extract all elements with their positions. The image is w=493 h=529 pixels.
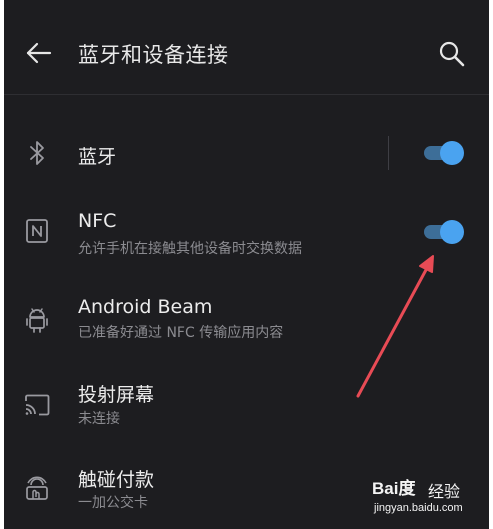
baidu-watermark: Bai度 经验 jingyan.baidu.com: [372, 474, 482, 524]
nfc-icon: [26, 219, 48, 243]
arrow-left-icon: [26, 42, 52, 64]
watermark-logo: Bai度: [372, 479, 416, 498]
cast-title: 投射屏幕: [78, 384, 155, 406]
bluetooth-toggle[interactable]: [424, 141, 464, 165]
toggle-knob: [440, 141, 464, 165]
bluetooth-icon: [30, 141, 44, 165]
bluetooth-icon-wrap: [22, 138, 52, 168]
nfc-subtitle: 允许手机在接触其他设备时交换数据: [78, 241, 302, 257]
android-icon-wrap: [22, 304, 52, 334]
settings-item-bluetooth[interactable]: 蓝牙: [4, 120, 489, 186]
page-title: 蓝牙和设备连接: [78, 43, 229, 67]
bluetooth-separator: [388, 136, 389, 170]
search-icon: [439, 41, 465, 67]
toggle-knob: [440, 220, 464, 244]
back-button[interactable]: [24, 38, 54, 68]
cast-icon-wrap: [22, 390, 52, 420]
search-button[interactable]: [437, 39, 467, 69]
tap-pay-title: 触碰付款: [78, 469, 155, 491]
settings-item-nfc[interactable]: NFC 允许手机在接触其他设备时交换数据: [4, 200, 489, 276]
cast-subtitle: 未连接: [78, 411, 120, 427]
header-divider: [4, 94, 489, 95]
tap-pay-icon-wrap: [22, 473, 52, 503]
cast-icon: [25, 394, 50, 416]
bluetooth-title: 蓝牙: [78, 146, 117, 168]
nfc-toggle[interactable]: [424, 220, 464, 244]
android-icon: [26, 308, 48, 333]
watermark-url: jingyan.baidu.com: [374, 502, 463, 514]
tap-pay-icon: [26, 476, 48, 500]
settings-screen: 蓝牙和设备连接 蓝牙 NFC 允许手机在接触其他设备时交换数据 Android …: [4, 0, 489, 529]
watermark-label: 经验: [428, 482, 461, 501]
nfc-title: NFC: [78, 210, 117, 232]
settings-item-android-beam[interactable]: Android Beam 已准备好通过 NFC 传输应用内容: [4, 286, 489, 362]
nfc-icon-wrap: [22, 216, 52, 246]
app-header: 蓝牙和设备连接: [4, 0, 489, 94]
tap-pay-subtitle: 一加公交卡: [78, 495, 148, 511]
android-beam-subtitle: 已准备好通过 NFC 传输应用内容: [78, 325, 284, 341]
android-beam-title: Android Beam: [78, 296, 213, 318]
settings-item-cast[interactable]: 投射屏幕 未连接: [4, 370, 489, 446]
